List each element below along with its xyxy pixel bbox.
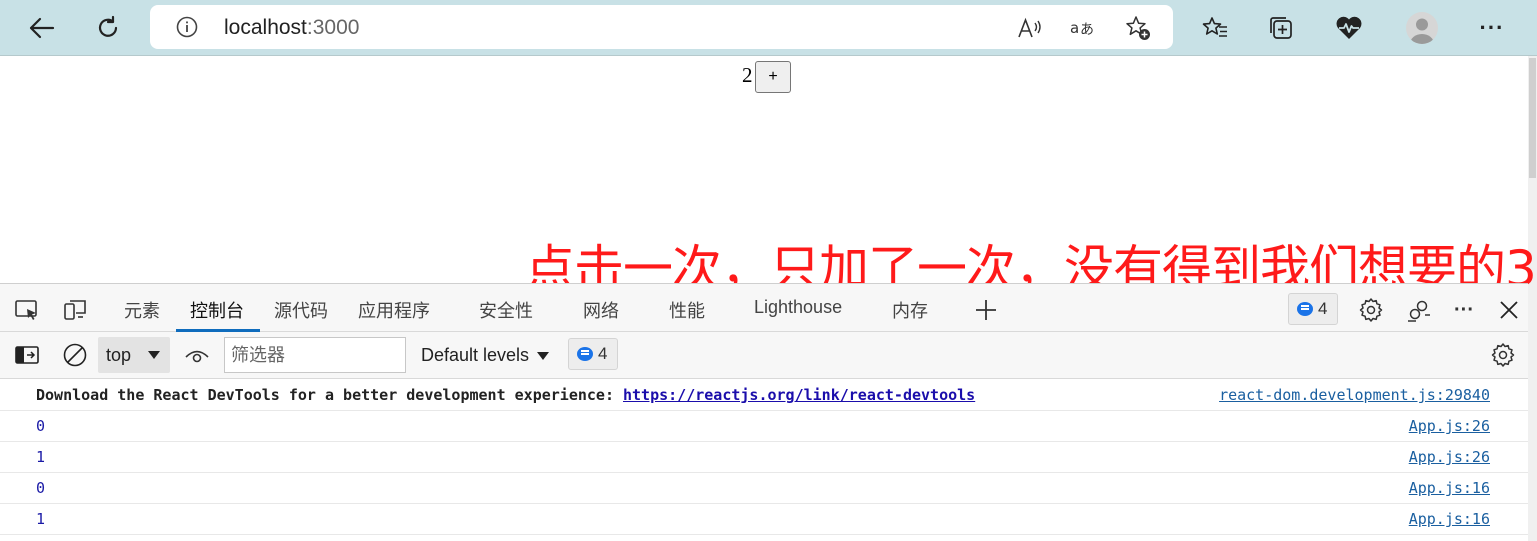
console-toolbar: top 筛选器 Default levels 4: [0, 332, 1528, 379]
read-aloud-icon[interactable]: [1016, 14, 1044, 42]
increment-button[interactable]: +: [755, 61, 791, 93]
tab-lighthouse[interactable]: Lighthouse: [754, 297, 842, 318]
collections-icon[interactable]: [1265, 12, 1297, 44]
page-content: 2 + 点击一次，只加了一次，没有得到我们想要的3: [0, 57, 1537, 298]
console-settings-gear-icon[interactable]: [1489, 341, 1517, 369]
more-icon[interactable]: ···: [1476, 12, 1508, 44]
counter-value: 2: [742, 63, 753, 87]
console-row: Download the React DevTools for a better…: [0, 380, 1528, 411]
console-source-link[interactable]: App.js:26: [1409, 448, 1490, 466]
svg-text:あ: あ: [1080, 22, 1094, 38]
sidebar-toggle-icon[interactable]: [13, 341, 41, 369]
context-select[interactable]: top: [98, 337, 170, 373]
console-output: Download the React DevTools for a better…: [0, 380, 1528, 535]
console-source-link[interactable]: App.js:16: [1409, 479, 1490, 497]
console-row: 1 App.js:16: [0, 504, 1528, 535]
log-levels-dropdown[interactable]: Default levels: [421, 345, 529, 366]
tab-application[interactable]: 应用程序: [358, 297, 430, 323]
favorites-icon[interactable]: [1199, 12, 1231, 44]
tab-performance[interactable]: 性能: [669, 297, 705, 323]
filter-input[interactable]: 筛选器: [224, 337, 406, 373]
url-text[interactable]: localhost:3000: [224, 16, 359, 40]
profile-avatar[interactable]: [1406, 12, 1438, 44]
console-source-link[interactable]: App.js:16: [1409, 510, 1490, 528]
add-tab-icon[interactable]: [972, 296, 1000, 324]
add-favorite-icon[interactable]: [1124, 14, 1152, 42]
levels-chevron-down-icon[interactable]: [537, 352, 549, 360]
page-scrollbar-thumb[interactable]: [1529, 58, 1536, 178]
console-message: Download the React DevTools for a better…: [36, 386, 975, 404]
message-icon: [1297, 302, 1313, 316]
devtools-link[interactable]: https://reactjs.org/link/react-devtools: [623, 386, 975, 404]
console-row: 1 App.js:26: [0, 442, 1528, 473]
console-source-link[interactable]: App.js:26: [1409, 417, 1490, 435]
back-arrow-icon[interactable]: [24, 10, 60, 46]
svg-text:a: a: [1070, 19, 1079, 37]
tab-memory[interactable]: 内存: [892, 297, 928, 323]
tab-console[interactable]: 控制台: [190, 297, 244, 323]
devtools-more-icon[interactable]: ···: [1450, 296, 1478, 324]
live-expression-eye-icon[interactable]: [183, 341, 211, 369]
url-host: localhost: [224, 16, 307, 39]
devtools-tab-bar: 元素 控制台 源代码 应用程序 安全性 网络 性能 Lighthouse 内存 …: [0, 283, 1528, 332]
console-message: 1: [36, 510, 46, 528]
inspect-element-icon[interactable]: [13, 296, 41, 324]
translate-icon[interactable]: aあ: [1070, 14, 1098, 42]
chevron-down-icon: [148, 351, 160, 359]
console-message-text: Download the React DevTools for a better…: [36, 386, 623, 404]
address-bar[interactable]: localhost:3000 aあ: [150, 5, 1173, 49]
message-icon: [577, 347, 593, 361]
console-row: 0 App.js:16: [0, 473, 1528, 504]
health-icon[interactable]: [1333, 12, 1365, 44]
url-port: :3000: [306, 16, 360, 39]
console-row: 0 App.js:26: [0, 411, 1528, 442]
device-emulation-icon[interactable]: [61, 296, 89, 324]
issues-count: 4: [1318, 299, 1328, 318]
console-source-link[interactable]: react-dom.development.js:29840: [1219, 386, 1490, 404]
close-devtools-icon[interactable]: [1495, 296, 1523, 324]
context-value: top: [106, 344, 132, 365]
tab-security[interactable]: 安全性: [479, 297, 533, 323]
messages-badge[interactable]: 4: [568, 338, 619, 370]
refresh-icon[interactable]: [90, 10, 126, 46]
clear-console-icon[interactable]: [61, 341, 89, 369]
browser-toolbar: localhost:3000 aあ ···: [0, 0, 1537, 56]
tab-elements[interactable]: 元素: [124, 297, 160, 323]
console-message: 0: [36, 479, 46, 497]
console-message: 1: [36, 448, 46, 466]
console-message: 0: [36, 417, 46, 435]
tab-network[interactable]: 网络: [583, 297, 619, 323]
customize-icon[interactable]: [1405, 296, 1433, 324]
issues-badge[interactable]: 4: [1288, 293, 1339, 325]
tab-sources[interactable]: 源代码: [274, 297, 328, 323]
messages-count: 4: [598, 344, 608, 363]
site-info-icon[interactable]: [176, 16, 198, 38]
settings-gear-icon[interactable]: [1357, 296, 1385, 324]
